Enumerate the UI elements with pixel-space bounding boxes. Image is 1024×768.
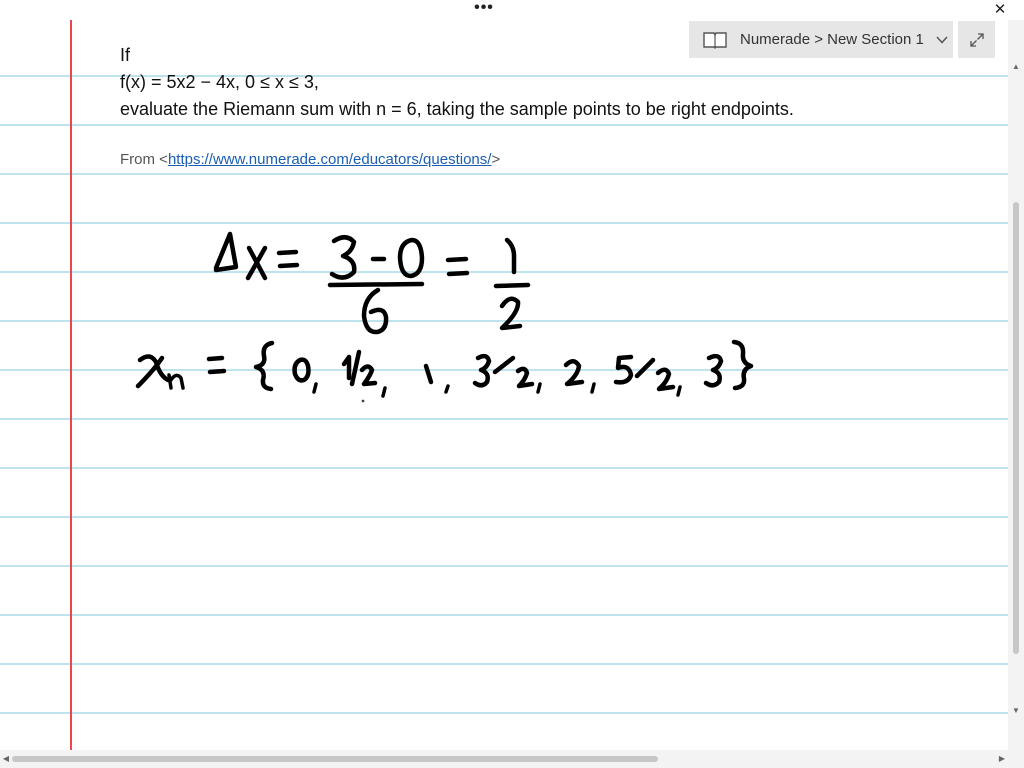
scroll-right-icon[interactable]: ▶ [996, 750, 1008, 768]
scroll-up-icon[interactable]: ▲ [1008, 60, 1024, 74]
notebook-breadcrumb[interactable]: Numerade > New Section 1 [689, 21, 953, 58]
horizontal-scrollbar[interactable]: ◀ ▶ [0, 750, 1024, 768]
more-options-icon[interactable]: ••• [472, 0, 496, 20]
breadcrumb-label: Numerade > New Section 1 [740, 31, 924, 48]
scroll-left-icon[interactable]: ◀ [0, 750, 12, 768]
ink-stray-dot [361, 399, 365, 403]
vertical-scrollbar[interactable]: ▲ ▼ [1008, 20, 1024, 750]
handwritten-ink [135, 231, 754, 403]
expand-icon [969, 32, 984, 47]
notebook-icon [703, 31, 727, 49]
ink-sample-points-line [135, 339, 754, 398]
vertical-scroll-thumb[interactable] [1013, 202, 1019, 654]
horizontal-scroll-thumb[interactable] [12, 756, 658, 762]
chevron-down-icon[interactable] [934, 32, 950, 48]
close-button[interactable]: ✕ [986, 0, 1014, 20]
note-page[interactable]: If f(x) = 5x2 − 4x, 0 ≤ x ≤ 3, evaluate … [0, 20, 1008, 750]
scroll-down-icon[interactable]: ▼ [1008, 704, 1024, 718]
expand-button[interactable] [958, 21, 995, 58]
title-bar: ••• ✕ [0, 0, 1024, 20]
ink-delta-x-line [213, 231, 531, 335]
